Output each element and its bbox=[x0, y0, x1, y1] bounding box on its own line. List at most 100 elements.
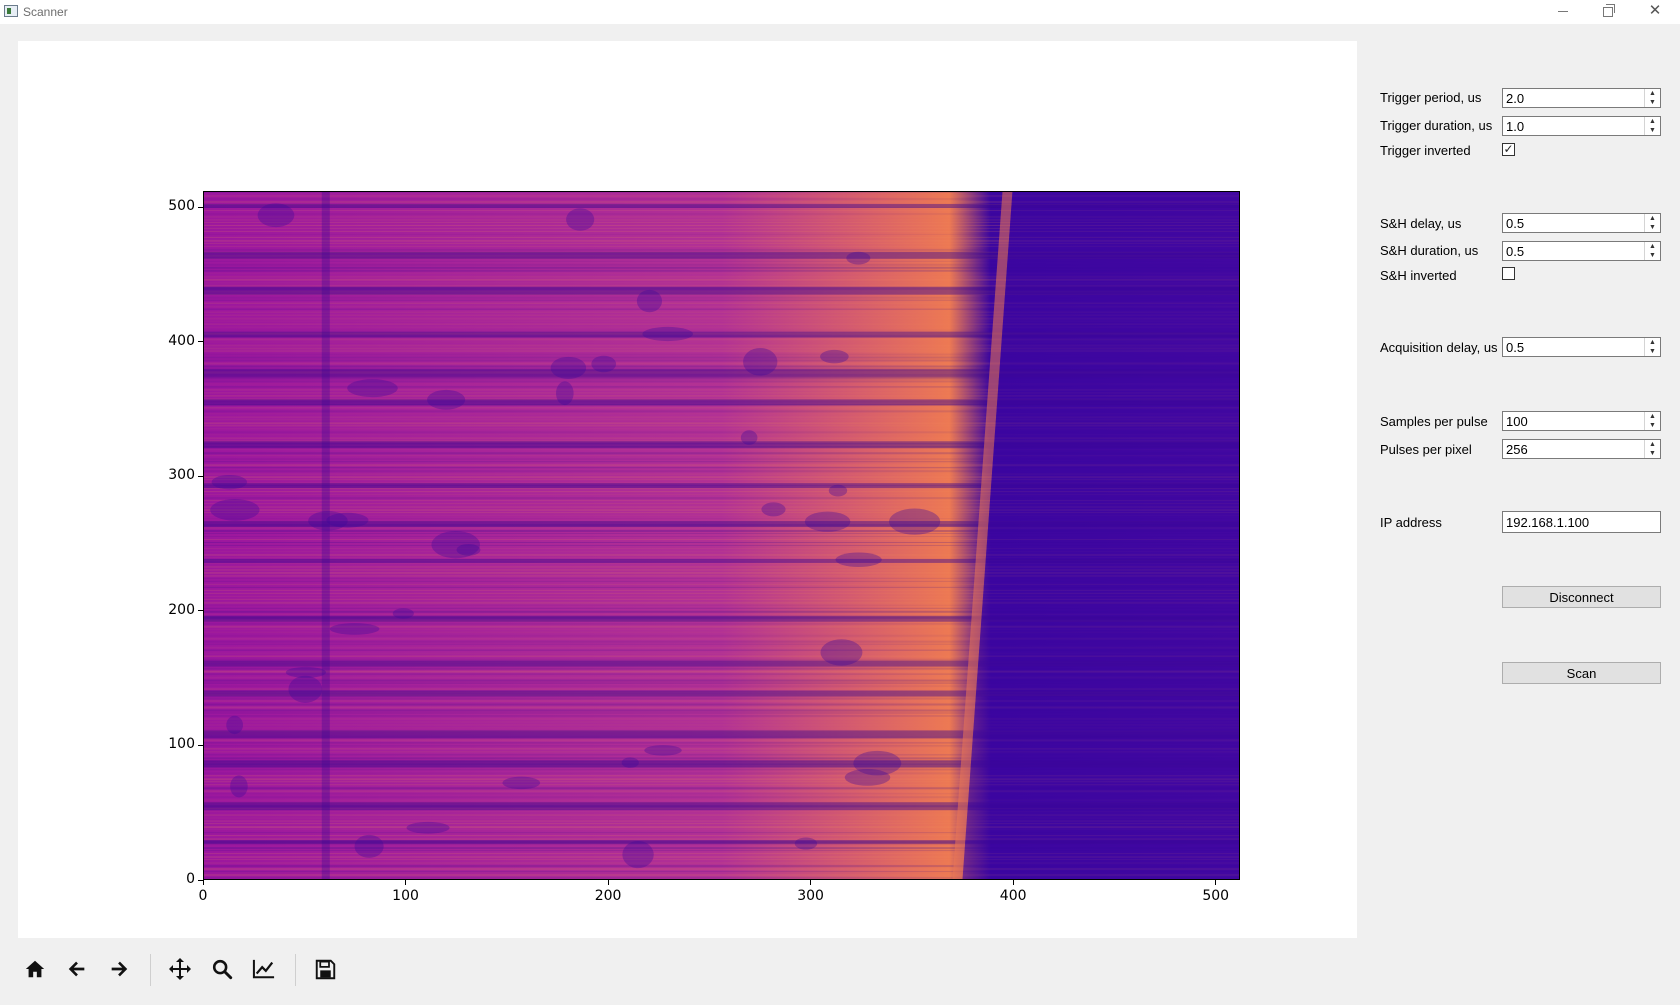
window-title: Scanner bbox=[23, 5, 68, 19]
x-tick-mark bbox=[1012, 880, 1014, 885]
heatmap-blob bbox=[820, 639, 863, 666]
checkmark-icon: ✓ bbox=[1503, 142, 1514, 156]
y-tick-mark bbox=[198, 475, 203, 477]
sh-delay-label: S&H delay, us bbox=[1380, 216, 1462, 231]
pulses-per-pixel-input[interactable] bbox=[1503, 440, 1646, 458]
trigger-inverted-checkbox[interactable]: ✓ bbox=[1502, 143, 1515, 156]
sh-delay-spinbox[interactable]: ▲▼ bbox=[1502, 213, 1661, 233]
x-tick-label: 0 bbox=[198, 888, 208, 904]
heatmap-blob bbox=[329, 623, 380, 635]
restore-icon bbox=[1603, 3, 1615, 17]
heatmap-blob bbox=[556, 381, 574, 406]
maximize-button[interactable] bbox=[1585, 0, 1631, 24]
back-button[interactable] bbox=[60, 952, 94, 986]
trigger-duration-input[interactable] bbox=[1503, 117, 1646, 135]
heatmap-blob bbox=[550, 356, 587, 379]
heatmap-blob bbox=[794, 837, 818, 850]
disconnect-button[interactable]: Disconnect bbox=[1502, 586, 1661, 608]
close-icon: ✕ bbox=[1648, 2, 1662, 19]
heatmap-blob bbox=[347, 379, 398, 398]
heatmap-blob bbox=[392, 608, 414, 619]
close-button[interactable]: ✕ bbox=[1632, 0, 1678, 24]
heatmap-blob bbox=[211, 474, 248, 490]
heatmap-blob bbox=[566, 208, 595, 231]
heatmap-blob bbox=[354, 834, 384, 858]
heatmap-blob bbox=[889, 508, 941, 535]
heatmap-blob bbox=[591, 355, 617, 373]
heatmap-blob bbox=[743, 347, 778, 376]
spin-up-icon[interactable]: ▲ bbox=[1645, 214, 1660, 223]
title-bar: Scanner ✕ bbox=[0, 0, 1680, 24]
arrow-left-icon bbox=[68, 961, 85, 977]
heatmap-blob bbox=[828, 484, 848, 497]
heatmap-blob bbox=[740, 430, 758, 445]
heatmap-blob bbox=[636, 289, 663, 313]
save-button[interactable] bbox=[308, 952, 342, 986]
x-tick-label: 100 bbox=[392, 888, 419, 904]
y-tick-label: 300 bbox=[168, 467, 195, 484]
x-tick-label: 300 bbox=[797, 888, 824, 904]
heatmap-blob bbox=[226, 715, 244, 735]
spin-up-icon[interactable]: ▲ bbox=[1645, 338, 1660, 347]
spin-up-icon[interactable]: ▲ bbox=[1645, 89, 1660, 98]
heatmap-blob bbox=[431, 531, 480, 559]
spin-up-icon[interactable]: ▲ bbox=[1645, 117, 1660, 126]
minimize-button[interactable] bbox=[1540, 0, 1586, 24]
y-tick-label: 500 bbox=[168, 198, 195, 215]
heatmap-blob bbox=[820, 349, 849, 364]
sh-inverted-label: S&H inverted bbox=[1380, 268, 1457, 283]
spin-up-icon[interactable]: ▲ bbox=[1645, 412, 1660, 421]
spin-arrows[interactable]: ▲ ▼ bbox=[1644, 338, 1660, 356]
trigger-duration-spinbox[interactable]: ▲▼ bbox=[1502, 116, 1661, 136]
x-tick-label: 500 bbox=[1202, 888, 1230, 904]
home-icon bbox=[25, 960, 45, 978]
spin-arrows[interactable]: ▲ ▼ bbox=[1644, 214, 1660, 232]
y-tick-label: 100 bbox=[168, 736, 195, 753]
trigger-duration-label: Trigger duration, us bbox=[1380, 118, 1493, 133]
ip-address-input[interactable] bbox=[1502, 511, 1661, 533]
sh-duration-spinbox[interactable]: ▲▼ bbox=[1502, 241, 1661, 261]
sh-inverted-checkbox[interactable] bbox=[1502, 267, 1515, 280]
spin-up-icon[interactable]: ▲ bbox=[1645, 242, 1660, 251]
spin-arrows[interactable]: ▲ ▼ bbox=[1644, 117, 1660, 135]
spin-up-icon[interactable]: ▲ bbox=[1645, 440, 1660, 449]
spin-down-icon[interactable]: ▼ bbox=[1645, 421, 1660, 430]
spin-down-icon[interactable]: ▼ bbox=[1645, 98, 1660, 107]
ip-address-label: IP address bbox=[1380, 515, 1442, 530]
spin-down-icon[interactable]: ▼ bbox=[1645, 126, 1660, 135]
trigger-period-input[interactable] bbox=[1503, 89, 1646, 107]
heatmap-blob bbox=[853, 750, 902, 776]
zoom-button[interactable] bbox=[205, 952, 239, 986]
samples-per-pulse-spinbox[interactable]: ▲▼ bbox=[1502, 411, 1661, 431]
sh-delay-input[interactable] bbox=[1503, 214, 1646, 232]
acquisition-delay-spinbox[interactable]: ▲▼ bbox=[1502, 337, 1661, 357]
spin-down-icon[interactable]: ▼ bbox=[1645, 347, 1660, 356]
heatmap-blob bbox=[427, 389, 466, 410]
spin-down-icon[interactable]: ▼ bbox=[1645, 251, 1660, 260]
y-tick-label: 400 bbox=[168, 332, 195, 349]
x-tick-label: 200 bbox=[594, 888, 622, 904]
subplots-button[interactable] bbox=[247, 952, 281, 986]
pan-button[interactable] bbox=[163, 952, 197, 986]
spin-down-icon[interactable]: ▼ bbox=[1645, 223, 1660, 232]
spin-arrows[interactable]: ▲ ▼ bbox=[1644, 440, 1660, 458]
trigger-period-label: Trigger period, us bbox=[1380, 90, 1482, 105]
spin-down-icon[interactable]: ▼ bbox=[1645, 449, 1660, 458]
home-button[interactable] bbox=[18, 952, 52, 986]
y-tick-mark bbox=[198, 341, 203, 343]
plot-canvas[interactable]: 0 100 200 300 400 500 0 100 200 300 400 500 bbox=[18, 41, 1357, 938]
heatmap-plot[interactable] bbox=[203, 191, 1240, 880]
sh-duration-input[interactable] bbox=[1503, 242, 1646, 260]
x-tick-label: 400 bbox=[999, 888, 1027, 904]
scan-button[interactable]: Scan bbox=[1502, 662, 1661, 684]
spin-arrows[interactable]: ▲ ▼ bbox=[1644, 412, 1660, 430]
spin-arrows[interactable]: ▲ ▼ bbox=[1644, 89, 1660, 107]
forward-button[interactable] bbox=[102, 952, 136, 986]
heatmap-vertical-line bbox=[321, 192, 330, 879]
acquisition-delay-input[interactable] bbox=[1503, 338, 1646, 356]
trigger-period-spinbox[interactable]: ▲▼ bbox=[1502, 88, 1661, 108]
samples-per-pulse-input[interactable] bbox=[1503, 412, 1646, 430]
pulses-per-pixel-spinbox[interactable]: ▲▼ bbox=[1502, 439, 1661, 459]
x-tick-mark bbox=[405, 880, 407, 885]
spin-arrows[interactable]: ▲ ▼ bbox=[1644, 242, 1660, 260]
